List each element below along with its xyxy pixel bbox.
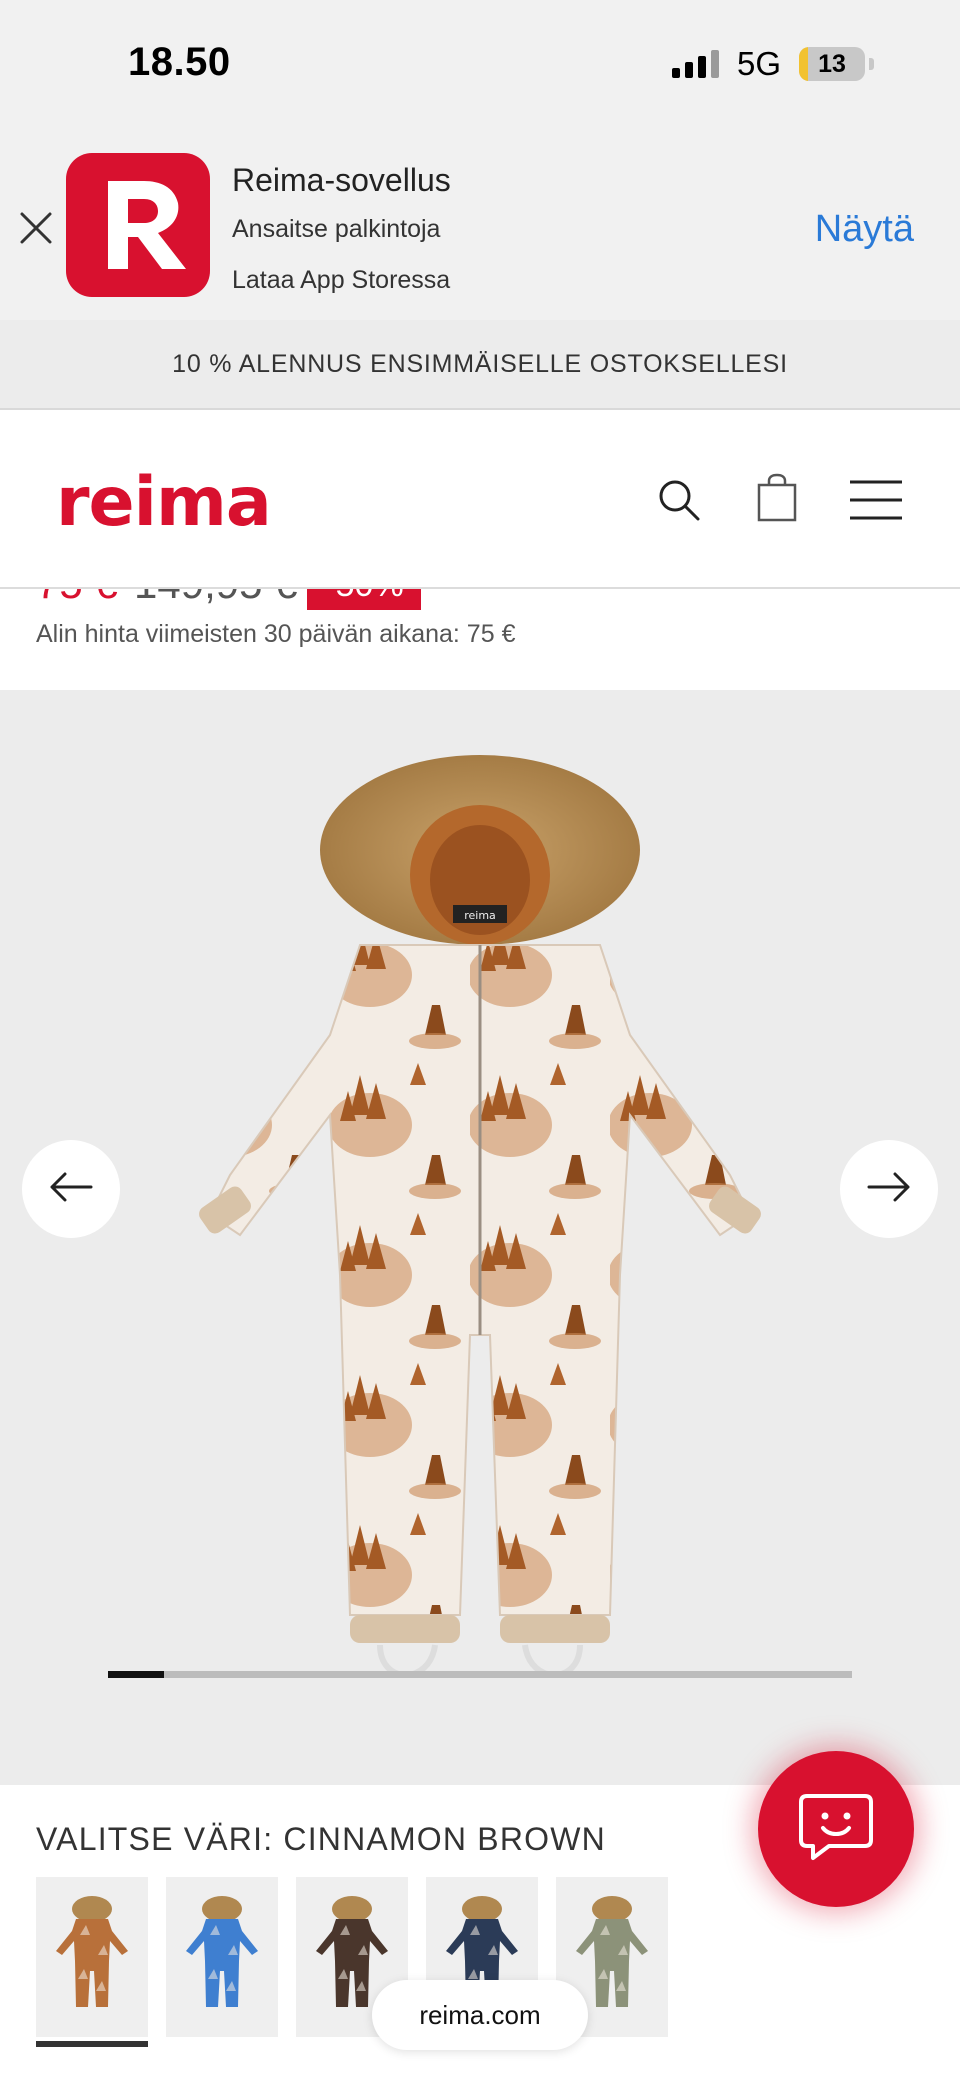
swatch-suit-image xyxy=(56,1896,128,2007)
suit-label: reima xyxy=(464,909,496,922)
chat-icon xyxy=(799,1792,873,1867)
battery-level: 13 xyxy=(818,49,846,78)
chat-button[interactable] xyxy=(758,1751,914,1907)
battery-icon: 13 xyxy=(799,47,865,81)
app-store-text: Lataa App Storessa xyxy=(232,266,451,294)
lowest-price-note: Alin hinta viimeisten 30 päivän aikana: … xyxy=(36,620,516,648)
status-indicators: 5G 13 xyxy=(671,45,874,82)
view-app-button[interactable]: Näytä xyxy=(815,208,914,251)
product-image[interactable]: reima xyxy=(190,755,770,1755)
site-header: reima xyxy=(0,411,960,589)
color-swatch-cinnamon-brown[interactable] xyxy=(36,1877,148,2047)
battery-tip xyxy=(869,58,874,70)
browser-url-bar[interactable]: reima.com xyxy=(372,1980,588,2050)
gallery-progress xyxy=(108,1671,852,1678)
swatch-suit-image xyxy=(186,1896,258,2007)
arrow-left-icon xyxy=(49,1172,93,1207)
close-icon[interactable] xyxy=(18,210,54,246)
reima-logo[interactable]: reima xyxy=(56,463,272,542)
battery-fill xyxy=(799,47,808,81)
menu-icon[interactable] xyxy=(848,479,904,521)
product-gallery[interactable]: reima xyxy=(0,690,960,1785)
selected-swatch-indicator xyxy=(36,2041,148,2047)
promo-text: 10 % ALENNUS ENSIMMÄISELLE OSTOKSELLESI xyxy=(172,349,788,378)
gallery-progress-fill xyxy=(108,1671,164,1678)
network-type: 5G xyxy=(736,45,781,82)
search-icon[interactable] xyxy=(656,477,702,523)
url-text: reima.com xyxy=(419,1999,541,2030)
previous-image-button[interactable] xyxy=(22,1140,120,1238)
app-title: Reima-sovellus xyxy=(232,162,451,198)
status-time: 18.50 xyxy=(128,40,231,84)
color-label: VALITSE VÄRI: CINNAMON BROWN xyxy=(36,1821,606,1857)
app-subtitle: Ansaitse palkintoja xyxy=(232,215,441,243)
app-install-banner: Reima-sovellus Ansaitse palkintoja Lataa… xyxy=(0,130,960,320)
arrow-right-icon xyxy=(867,1172,911,1207)
reima-app-icon[interactable] xyxy=(66,153,210,297)
signal-icon xyxy=(671,50,719,78)
shopping-bag-icon[interactable] xyxy=(756,473,798,523)
promo-banner[interactable]: 10 % ALENNUS ENSIMMÄISELLE OSTOKSELLESI xyxy=(0,320,960,410)
color-swatch-blue[interactable] xyxy=(166,1877,278,2037)
next-image-button[interactable] xyxy=(840,1140,938,1238)
status-bar: 18.50 5G 13 xyxy=(0,0,960,130)
